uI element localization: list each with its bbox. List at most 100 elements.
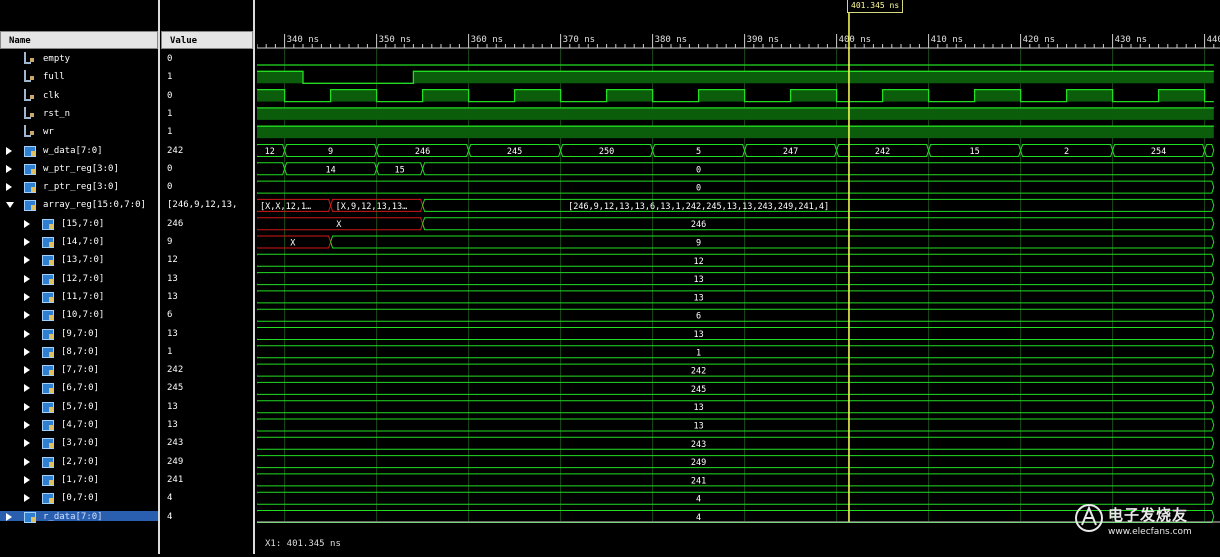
signal-row-1-7-0[interactable]: [1,7:0] xyxy=(0,471,158,489)
expand-arrow-icon[interactable] xyxy=(24,457,30,466)
bus-signal-icon xyxy=(42,291,54,303)
signal-value-14-7-0: 9 xyxy=(167,237,173,247)
expand-arrow-icon[interactable] xyxy=(24,384,30,393)
signal-row-w-ptr-reg-3-0[interactable]: w_ptr_reg[3:0] xyxy=(0,160,158,178)
signal-row-r-data-7-0[interactable]: r_data[7:0] xyxy=(0,508,158,526)
high-level-fill xyxy=(257,89,285,102)
signal-row-array-reg-15-0-7-0[interactable]: array_reg[15:0,7:0] xyxy=(0,196,158,214)
expand-arrow-icon[interactable] xyxy=(24,402,30,411)
expand-arrow-icon[interactable] xyxy=(24,421,30,429)
ruler-tick-label: 350 ns xyxy=(379,35,412,45)
waveform-pane[interactable]: 340 ns 350 ns 360 ns 370 ns 380 ns 390 ns 400 … xyxy=(254,0,1220,554)
bus-value-label: 247 xyxy=(783,147,798,157)
signal-name: [1,7:0] xyxy=(61,474,99,485)
bit-signal-icon xyxy=(24,70,34,83)
signal-row-11-7-0[interactable]: [11,7:0] xyxy=(0,288,158,306)
bus-signal-icon xyxy=(24,145,36,157)
expand-arrow-icon[interactable] xyxy=(24,256,30,265)
signal-value-1-7-0: 241 xyxy=(167,474,184,485)
signal-value-0-7-0: 4 xyxy=(167,493,173,504)
expand-arrow-icon[interactable] xyxy=(24,238,30,246)
signal-name: w_ptr_reg[3:0] xyxy=(43,163,119,174)
expand-arrow-icon[interactable] xyxy=(24,311,30,320)
expand-arrow-icon[interactable] xyxy=(24,439,30,448)
signal-row-5-7-0[interactable]: [5,7:0] xyxy=(0,398,158,416)
bus-signal-icon xyxy=(42,328,54,340)
expand-arrow-icon[interactable] xyxy=(24,274,30,283)
bus-segment xyxy=(1204,144,1215,157)
expand-arrow-icon[interactable] xyxy=(6,512,12,521)
ruler-tick-label: 390 ns xyxy=(747,35,780,45)
signal-row-full[interactable]: full xyxy=(0,68,158,86)
signal-row-6-7-0[interactable]: [6,7:0] xyxy=(0,379,158,397)
signal-row-empty[interactable]: empty xyxy=(0,50,158,68)
cursor-time-label[interactable]: 401.345 ns xyxy=(847,0,904,13)
signal-name: full xyxy=(43,72,65,83)
expand-arrow-icon[interactable] xyxy=(24,494,30,503)
signal-row-rst-n[interactable]: rst_n xyxy=(0,105,158,123)
bus-value-label: 246 xyxy=(415,147,430,157)
collapse-arrow-icon[interactable] xyxy=(6,202,14,209)
expand-arrow-icon[interactable] xyxy=(24,366,30,375)
signal-row-w-data-7-0[interactable]: w_data[7:0] xyxy=(0,142,158,160)
bus-signal-icon xyxy=(42,401,54,413)
high-level-fill xyxy=(1066,89,1113,102)
name-column-header[interactable]: Name xyxy=(0,31,158,49)
signal-row-r-ptr-reg-3-0[interactable]: r_ptr_reg[3:0] xyxy=(0,178,158,196)
expand-arrow-icon[interactable] xyxy=(6,183,12,192)
signal-value-array-reg-15-0-7-0: [246,9,12,13, xyxy=(167,200,238,211)
ruler-tick-label: 380 ns xyxy=(655,35,688,45)
bus-segment xyxy=(254,491,1215,505)
cursor-status-readout: X1: 401.345 ns xyxy=(265,539,341,549)
signal-value-rst-n: 1 xyxy=(167,108,173,119)
signal-row-12-7-0[interactable]: [12,7:0] xyxy=(0,270,158,288)
bus-value-label: 6 xyxy=(696,312,701,322)
bus-segment xyxy=(422,162,1215,176)
expand-arrow-icon[interactable] xyxy=(24,292,30,301)
bus-value-label: [246,9,12,13,13,6,13,1,242,245,13,13,243… xyxy=(568,202,829,212)
bus-signal-icon xyxy=(42,474,54,486)
high-level-fill xyxy=(974,89,1021,102)
expand-arrow-icon[interactable] xyxy=(6,146,12,155)
ruler-tick-label: 370 ns xyxy=(563,35,596,45)
expand-arrow-icon[interactable] xyxy=(24,219,30,228)
signal-row-wr[interactable]: wr xyxy=(0,123,158,141)
high-level-fill xyxy=(257,107,1214,120)
signal-value-7-7-0: 242 xyxy=(167,365,184,376)
signal-row-0-7-0[interactable]: [0,7:0] xyxy=(0,489,158,507)
waveform-canvas[interactable]: 340 ns 350 ns 360 ns 370 ns 380 ns 390 ns 400 … xyxy=(254,0,1220,554)
value-column-header[interactable]: Value xyxy=(161,31,253,49)
signal-row-8-7-0[interactable]: [8,7:0] xyxy=(0,343,158,361)
signal-row-14-7-0[interactable]: [14,7:0] xyxy=(0,233,158,251)
expand-arrow-icon[interactable] xyxy=(24,347,30,356)
high-level-fill xyxy=(514,89,561,102)
expand-arrow-icon[interactable] xyxy=(24,329,30,338)
signal-row-3-7-0[interactable]: [3,7:0] xyxy=(0,434,158,452)
bus-value-label: 250 xyxy=(599,147,614,157)
signal-name: [3,7:0] xyxy=(61,438,99,449)
bus-value-label: 254 xyxy=(1151,147,1166,157)
high-level-fill xyxy=(606,89,653,102)
signal-row-9-7-0[interactable]: [9,7:0] xyxy=(0,325,158,343)
signal-row-15-7-0[interactable]: [15,7:0] xyxy=(0,215,158,233)
signal-name: r_ptr_reg[3:0] xyxy=(43,182,119,193)
signal-name: wr xyxy=(43,127,54,138)
bus-signal-icon xyxy=(42,237,54,248)
bus-value-label: 0 xyxy=(696,184,701,194)
signal-row-10-7-0[interactable]: [10,7:0] xyxy=(0,306,158,324)
signal-value-12-7-0: 13 xyxy=(167,273,178,284)
signal-row-13-7-0[interactable]: [13,7:0] xyxy=(0,251,158,269)
bus-value-label: 241 xyxy=(691,476,706,486)
signal-value-w-ptr-reg-3-0: 0 xyxy=(167,163,173,174)
ruler-tick-label: 360 ns xyxy=(471,35,504,45)
signal-row-clk[interactable]: clk xyxy=(0,87,158,105)
name-value-splitter[interactable] xyxy=(158,0,160,554)
signal-row-7-7-0[interactable]: [7,7:0] xyxy=(0,361,158,379)
signal-row-2-7-0[interactable]: [2,7:0] xyxy=(0,453,158,471)
bus-segment xyxy=(330,235,1215,249)
expand-arrow-icon[interactable] xyxy=(24,475,30,484)
expand-arrow-icon[interactable] xyxy=(6,164,12,173)
signal-row-4-7-0[interactable]: [4,7:0] xyxy=(0,416,158,434)
signal-name: rst_n xyxy=(43,108,71,119)
value-wave-splitter[interactable] xyxy=(253,0,255,554)
